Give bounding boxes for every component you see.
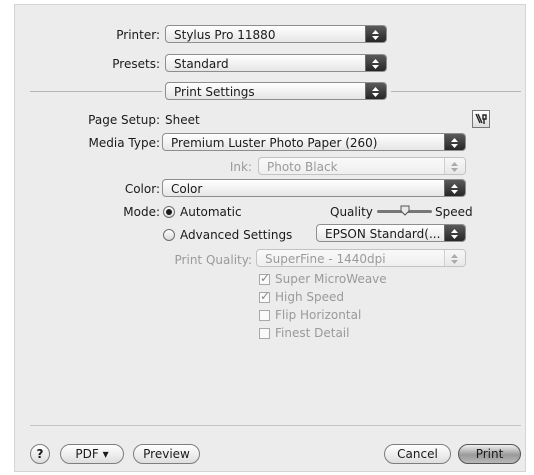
ink-label: Ink: [229, 160, 252, 174]
slider-thumb[interactable] [400, 205, 410, 216]
popup-arrows-icon [444, 134, 465, 150]
cancel-button[interactable]: Cancel [384, 444, 451, 464]
media-type-popup[interactable]: Premium Luster Photo Paper (260) [162, 133, 466, 151]
printer-popup[interactable]: Stylus Pro 11880 [165, 25, 387, 43]
high-speed-label: High Speed [275, 290, 345, 304]
presets-value: Standard [174, 57, 229, 71]
printer-value: Stylus Pro 11880 [174, 28, 276, 42]
super-microweave-checkbox[interactable] [259, 271, 270, 285]
print-button[interactable]: Print [458, 444, 521, 464]
advanced-preset-popup[interactable]: EPSON Standard(... [316, 224, 466, 242]
ink-value: Photo Black [267, 160, 338, 174]
footer-separator [30, 425, 521, 426]
flip-horizontal-checkbox[interactable] [259, 310, 270, 321]
finest-detail-checkbox[interactable] [259, 328, 270, 339]
presets-label: Presets: [112, 57, 160, 71]
mode-label: Mode: [123, 205, 160, 219]
preview-button[interactable]: Preview [133, 444, 200, 464]
ink-popup[interactable]: Photo Black [258, 157, 466, 175]
quality-speed-slider[interactable] [377, 205, 432, 219]
page-setup-value: Sheet [165, 113, 200, 127]
printer-label: Printer: [116, 28, 160, 42]
color-label: Color: [124, 182, 160, 196]
automatic-radio[interactable] [163, 206, 175, 218]
print-quality-value: SuperFine - 1440dpi [265, 252, 386, 266]
speed-label: Speed [435, 205, 473, 219]
panel-popup[interactable]: Print Settings [165, 82, 387, 100]
pdf-button[interactable]: PDF ▾ [60, 444, 124, 464]
flip-horizontal-label: Flip Horizontal [275, 308, 362, 322]
advanced-settings-radio[interactable] [163, 229, 175, 241]
media-type-value: Premium Luster Photo Paper (260) [171, 136, 378, 150]
media-type-label: Media Type: [88, 136, 160, 150]
separator-left [30, 91, 162, 92]
popup-arrows-icon [365, 26, 386, 42]
page-setup-label: Page Setup: [88, 113, 160, 127]
automatic-label: Automatic [180, 205, 242, 219]
print-quality-label: Print Quality: [174, 253, 252, 267]
advanced-settings-label: Advanced Settings [180, 228, 293, 242]
separator-right [391, 91, 521, 92]
popup-arrows-icon [444, 250, 465, 266]
advanced-preset-value: EPSON Standard(... [325, 227, 441, 241]
quality-label: Quality [330, 205, 373, 219]
presets-popup[interactable]: Standard [165, 54, 387, 72]
color-value: Color [171, 182, 203, 196]
popup-arrows-icon [365, 55, 386, 71]
finest-detail-label: Finest Detail [275, 326, 350, 340]
panel-value: Print Settings [174, 85, 255, 99]
help-button[interactable]: ? [30, 444, 50, 464]
super-microweave-label: Super MicroWeave [275, 272, 387, 286]
high-speed-checkbox[interactable] [259, 289, 270, 303]
color-popup[interactable]: Color [162, 179, 466, 197]
popup-arrows-icon [365, 83, 386, 99]
popup-arrows-icon [444, 180, 465, 196]
popup-arrows-icon [444, 158, 465, 174]
print-quality-popup[interactable]: SuperFine - 1440dpi [256, 249, 466, 267]
popup-arrows-icon [444, 225, 465, 241]
utility-tools-icon[interactable] [472, 110, 490, 128]
